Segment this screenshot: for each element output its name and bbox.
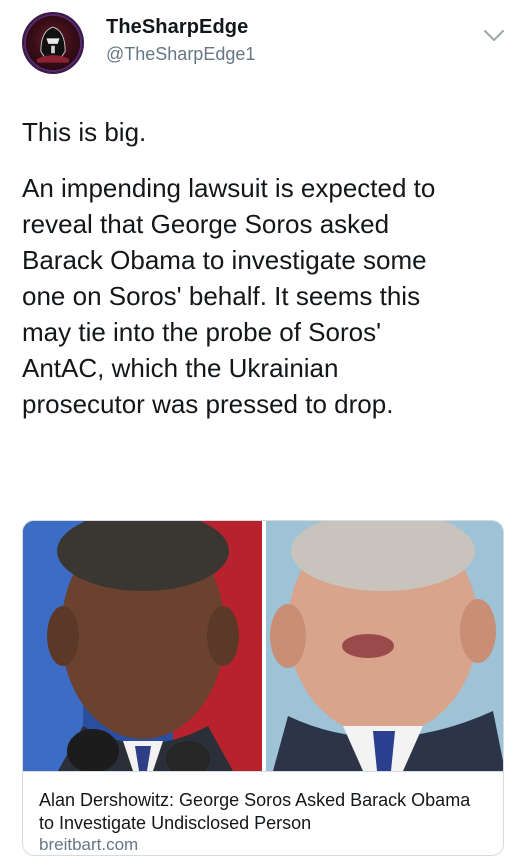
tweet-text-line: one on Soros' behalf. It seems this [22, 281, 421, 311]
tweet: TheSharpEdge @TheSharpEdge1 This is big.… [0, 0, 526, 864]
chevron-down-icon[interactable] [482, 28, 506, 44]
tweet-text-first-line: This is big. [22, 117, 147, 147]
link-preview-image [23, 521, 503, 771]
link-preview-card[interactable]: Alan Dershowitz: George Soros Asked Bara… [22, 520, 504, 856]
tweet-text-line: prosecutor was pressed to drop. [22, 389, 394, 419]
dark-helmet-avatar-icon [24, 14, 82, 72]
author-display-name[interactable]: TheSharpEdge [106, 16, 248, 39]
tweet-text-line: Barack Obama to investigate some [22, 245, 427, 275]
tweet-text-line: An impending lawsuit is expected to [22, 173, 436, 203]
tweet-text-line: reveal that George Soros asked [22, 209, 390, 239]
tweet-text-body: An impending lawsuit is expected to reve… [22, 170, 512, 422]
tweet-text-line: AntAC, which the Ukrainian [22, 353, 339, 383]
author-handle[interactable]: @TheSharpEdge1 [106, 44, 255, 65]
link-card-domain: breitbart.com [39, 835, 139, 854]
author-avatar[interactable] [22, 12, 84, 74]
card-divider [23, 771, 503, 772]
tweet-text-line: may tie into the probe of Soros' [22, 317, 382, 347]
link-card-title[interactable]: Alan Dershowitz: George Soros Asked Bara… [39, 789, 489, 835]
